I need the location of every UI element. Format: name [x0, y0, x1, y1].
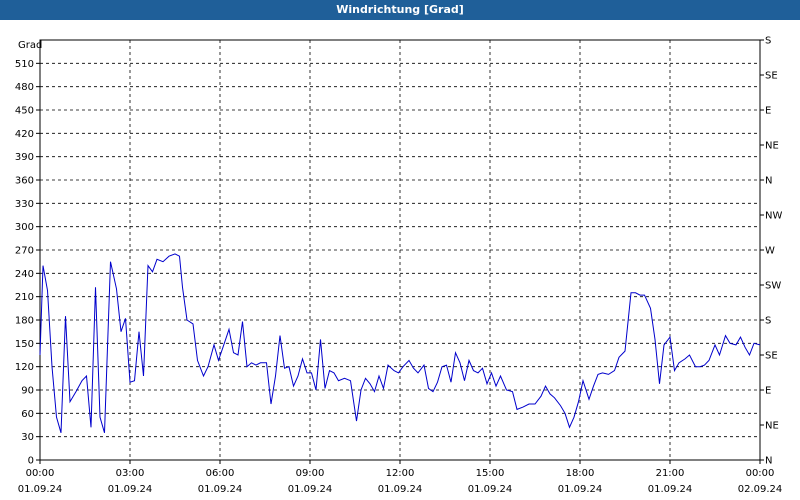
compass-tick-label: E	[765, 386, 771, 397]
y-tick-label: 180	[15, 316, 34, 327]
compass-tick-label: NE	[765, 141, 779, 152]
x-tick-time-label: 03:00	[116, 468, 145, 479]
x-tick-time-label: 12:00	[386, 468, 415, 479]
x-tick-date-label: 01.09.24	[558, 484, 603, 495]
y-tick-label: 150	[15, 339, 34, 350]
compass-tick-label: W	[765, 246, 775, 257]
compass-tick-label: NW	[765, 211, 782, 222]
x-tick-time-label: 00:00	[746, 468, 775, 479]
y-tick-label: 360	[15, 176, 34, 187]
y-axis-right-compass: N NE E SE S SW W NW N NE E SE S	[760, 36, 782, 467]
y-tick-label: 450	[15, 106, 34, 117]
y-tick-label: 300	[15, 222, 34, 233]
x-tick-date-label: 02.09.24	[738, 484, 783, 495]
y-tick-label: 480	[15, 82, 34, 93]
x-tick-time-label: 06:00	[206, 468, 235, 479]
x-axis: 00:00 01.09.24 03:00 01.09.24 06:00 01.09.24 0…	[18, 460, 783, 495]
y-tick-label: 390	[15, 152, 34, 163]
y-axis-left: 0 30 60 90 120 150 180 210 240 270 300 330 360 390 420…	[15, 59, 40, 467]
y-tick-label: 90	[21, 386, 34, 397]
compass-tick-label: S	[765, 316, 771, 327]
compass-tick-label: SE	[765, 351, 778, 362]
x-tick-date-label: 01.09.24	[108, 484, 153, 495]
x-tick-date-label: 01.09.24	[198, 484, 243, 495]
y-tick-label: 210	[15, 292, 34, 303]
y-tick-label: 240	[15, 269, 34, 280]
x-tick-time-label: 09:00	[296, 468, 325, 479]
x-tick-date-label: 01.09.24	[648, 484, 693, 495]
grid-lines	[40, 40, 760, 460]
y-tick-label: 510	[15, 59, 34, 70]
compass-tick-label: SW	[765, 281, 781, 292]
compass-tick-label: E	[765, 106, 771, 117]
compass-tick-label: NE	[765, 421, 779, 432]
window-title: Windrichtung [Grad]	[0, 0, 800, 20]
x-tick-time-label: 18:00	[566, 468, 595, 479]
x-tick-time-label: 15:00	[476, 468, 505, 479]
compass-tick-label: N	[765, 176, 772, 187]
x-tick-date-label: 01.09.24	[288, 484, 333, 495]
wind-direction-chart: 0 30 60 90 120 150 180 210 240 270 300 330 360 390 420…	[15, 36, 783, 496]
y-tick-label: 60	[21, 409, 34, 420]
compass-tick-label: N	[765, 456, 772, 467]
x-tick-date-label: 01.09.24	[468, 484, 513, 495]
compass-tick-label: S	[765, 36, 771, 47]
x-tick-date-label: 01.09.24	[18, 484, 63, 495]
y-tick-label: 330	[15, 199, 34, 210]
y-axis-label: Grad	[18, 40, 42, 51]
y-tick-label: 420	[15, 129, 34, 140]
x-tick-date-label: 01.09.24	[378, 484, 423, 495]
compass-tick-label: SE	[765, 71, 778, 82]
x-tick-time-label: 00:00	[26, 468, 55, 479]
y-tick-label: 30	[21, 432, 34, 443]
y-tick-label: 120	[15, 362, 34, 373]
x-tick-time-label: 21:00	[656, 468, 685, 479]
y-tick-label: 270	[15, 246, 34, 257]
y-tick-label: 0	[28, 456, 34, 467]
